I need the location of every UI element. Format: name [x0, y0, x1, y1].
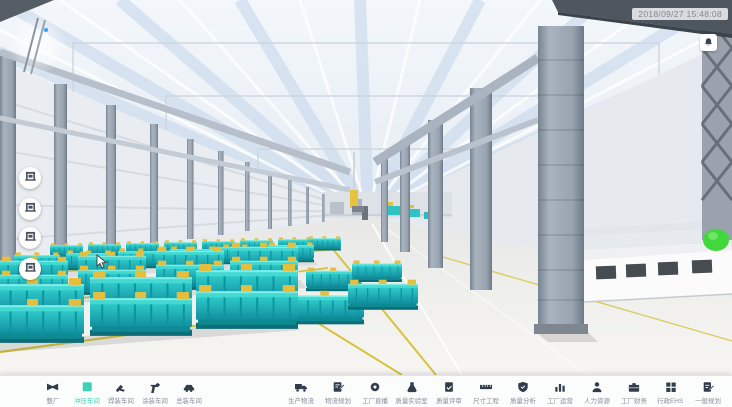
toolbar-item-logistics-planning[interactable]: 物流规划	[319, 378, 356, 406]
toolbar-item-label: 人力资源	[584, 396, 610, 405]
press-machine-icon	[24, 200, 37, 218]
module-group: 生产物流 物流规划 工厂直播质量实验室质量评审 尺寸工程 质量分析 工厂运营 人力资源 工厂财…	[282, 378, 726, 406]
paint-spray-icon	[148, 381, 162, 394]
review-icon	[442, 381, 456, 394]
person-icon	[590, 381, 604, 394]
digital-twin-app: 2018/09/27 15:48:08 整厂 冲压车间焊装车间涂装车间总装车间 生…	[0, 0, 732, 407]
weld-icon	[114, 381, 128, 394]
toolbar-item-factory-finance[interactable]: 工厂财务	[615, 378, 652, 406]
assembly-icon	[182, 381, 196, 394]
toolbar-item-label: 生产物流	[288, 396, 314, 405]
toolbar-item-label: 物流规划	[325, 396, 351, 405]
toolbar-item-label: 一般规划	[695, 396, 721, 405]
workshop-tab-group: 整厂 冲压车间焊装车间涂装车间总装车间	[36, 378, 206, 406]
scene-hotspot-button-3[interactable]	[19, 227, 41, 249]
truck-icon	[294, 381, 308, 394]
toolbar-item-label: 质量分析	[510, 396, 536, 405]
toolbar-item-welding-workshop[interactable]: 焊装车间	[104, 378, 138, 406]
scene-hotspot-button-4[interactable]	[19, 258, 41, 280]
camera-icon	[368, 381, 382, 394]
toolbar-item-label: 焊装车间	[108, 396, 134, 405]
doc-pencil-icon	[701, 381, 715, 394]
toolbar-item-label: 质量实验室	[395, 396, 427, 405]
toolbar-item-quality-lab[interactable]: 质量实验室	[393, 378, 430, 406]
factory-icon	[46, 381, 60, 394]
toolbar-item-assembly-workshop[interactable]: 总装车间	[172, 378, 206, 406]
briefcase-icon	[627, 381, 641, 394]
mouse-cursor	[96, 254, 108, 270]
scene-hotspot-button-1[interactable]	[19, 167, 41, 189]
toolbar-item-painting-workshop[interactable]: 涂装车间	[138, 378, 172, 406]
plan-icon	[331, 381, 345, 394]
toolbar-item-factory-live[interactable]: 工厂直播	[356, 378, 393, 406]
toolbar-item-quality-analysis[interactable]: 质量分析	[504, 378, 541, 406]
datetime-display: 2018/09/27 15:48:08	[632, 8, 728, 20]
bottom-toolbar: 整厂 冲压车间焊装车间涂装车间总装车间 生产物流 物流规划 工厂直播质量实验室质量评审…	[0, 375, 732, 407]
bell-icon	[703, 34, 714, 52]
toolbar-item-label: 行政EHS	[657, 396, 683, 405]
toolbar-item-stamping-workshop[interactable]: 冲压车间	[70, 378, 104, 406]
toolbar-item-admin-ehs[interactable]: 行政EHS	[652, 378, 689, 406]
lab-icon	[405, 381, 419, 394]
press-machine-icon	[24, 229, 37, 247]
notification-button[interactable]	[700, 34, 717, 51]
grid-icon	[664, 381, 678, 394]
toolbar-item-human-resources[interactable]: 人力资源	[578, 378, 615, 406]
toolbar-item-label: 工厂直播	[362, 396, 388, 405]
toolbar-item-label: 整厂	[47, 396, 60, 405]
press-icon	[80, 381, 94, 394]
toolbar-item-factory-operations[interactable]: 工厂运营	[541, 378, 578, 406]
toolbar-item-label: 总装车间	[176, 396, 202, 405]
toolbar-item-label: 质量评审	[436, 396, 462, 405]
toolbar-item-label: 冲压车间	[74, 396, 100, 405]
toolbar-item-label: 涂装车间	[142, 396, 168, 405]
factory-3d-render	[0, 0, 732, 375]
toolbar-item-label: 工厂财务	[621, 396, 647, 405]
toolbar-item-whole-plant[interactable]: 整厂	[36, 378, 70, 406]
press-machine-icon	[24, 260, 37, 278]
press-machine-icon	[24, 169, 37, 187]
toolbar-item-general-planning[interactable]: 一般规划	[689, 378, 726, 406]
3d-scene-viewport[interactable]	[0, 0, 732, 375]
toolbar-item-label: 尺寸工程	[473, 396, 499, 405]
ruler-icon	[479, 381, 493, 394]
chart-icon	[553, 381, 567, 394]
toolbar-item-quality-review[interactable]: 质量评审	[430, 378, 467, 406]
scene-hotspot-button-2[interactable]	[19, 198, 41, 220]
toolbar-item-production-logistics[interactable]: 生产物流	[282, 378, 319, 406]
toolbar-item-label: 工厂运营	[547, 396, 573, 405]
shield-icon	[516, 381, 530, 394]
toolbar-item-dimension-engineering[interactable]: 尺寸工程	[467, 378, 504, 406]
